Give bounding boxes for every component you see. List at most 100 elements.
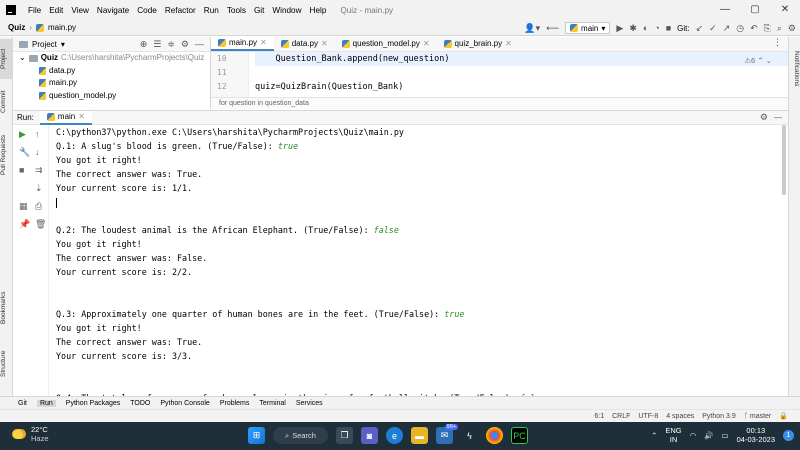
project-panel-title[interactable]: Project xyxy=(32,40,57,49)
wifi-icon[interactable]: ◠ xyxy=(690,431,697,440)
settings-icon[interactable]: ⚙ xyxy=(788,23,796,34)
menu-item-refactor[interactable]: Refactor xyxy=(161,6,200,15)
breadcrumb-file[interactable]: main.py xyxy=(48,23,76,32)
tree-file-question-model[interactable]: question_model.py xyxy=(13,90,210,103)
chevron-up-icon[interactable]: ⌃ xyxy=(757,56,763,65)
status-interpreter[interactable]: Python 3.9 xyxy=(702,413,735,420)
close-icon[interactable]: ✕ xyxy=(260,38,267,47)
scroll-up-icon[interactable]: ↑ xyxy=(35,129,40,139)
teams-icon[interactable]: ◙ xyxy=(361,427,378,444)
volume-icon[interactable]: 🔊 xyxy=(704,431,713,440)
tab-question-model-py[interactable]: question_model.py ✕ xyxy=(335,36,437,51)
wrench-icon[interactable]: 🔧 xyxy=(19,147,30,158)
tool-python-console[interactable]: Python Console xyxy=(160,400,209,407)
maximize-button[interactable]: ▢ xyxy=(740,0,770,20)
file-explorer-icon[interactable]: ▬ xyxy=(411,427,428,444)
language-indicator[interactable]: ENG IN xyxy=(665,426,681,444)
menu-item-help[interactable]: Help xyxy=(306,6,331,15)
stripe-project[interactable]: Project xyxy=(0,39,13,79)
taskbar-search[interactable]: ⌕ Search xyxy=(273,427,328,444)
rerun-icon[interactable]: ▶ xyxy=(19,129,26,140)
debug-icon[interactable]: ✱ xyxy=(629,23,637,34)
battery-icon[interactable]: ▭ xyxy=(722,431,729,440)
menu-item-navigate[interactable]: Navigate xyxy=(93,6,133,15)
lock-icon[interactable]: 🔒 xyxy=(779,412,788,420)
history-icon[interactable]: ◷ xyxy=(736,23,744,34)
console-output[interactable]: C:\python37\python.exe C:\Users\harshita… xyxy=(56,125,778,397)
hide-icon[interactable]: — xyxy=(774,113,788,122)
locate-icon[interactable]: ⊕ xyxy=(140,39,148,50)
hide-icon[interactable]: — xyxy=(195,39,204,50)
code-area[interactable]: Question_Bank.append(new_question) quiz=… xyxy=(255,52,788,97)
tool-run[interactable]: Run xyxy=(36,399,56,407)
close-icon[interactable]: ✕ xyxy=(321,39,328,48)
tree-file-main[interactable]: main.py xyxy=(13,77,210,90)
profile-icon[interactable]: ◔ xyxy=(654,23,659,33)
menu-item-view[interactable]: View xyxy=(67,6,93,15)
tool-terminal[interactable]: Terminal xyxy=(259,400,285,407)
stripe-notifications[interactable]: Notifications xyxy=(788,43,800,95)
run-configuration-select[interactable]: main ▾ xyxy=(565,22,611,34)
stop-icon[interactable]: ■ xyxy=(19,165,24,175)
code-line[interactable]: quiz=QuizBrain(Question_Bank) xyxy=(255,80,788,94)
tool-problems[interactable]: Problems xyxy=(220,400,250,407)
search-icon[interactable]: ⌕ xyxy=(777,23,782,34)
tool-git[interactable]: Git xyxy=(18,400,27,407)
task-view-icon[interactable]: ❐ xyxy=(336,427,353,444)
console-scrollbar[interactable] xyxy=(780,125,788,205)
status-position[interactable]: 6:1 xyxy=(594,413,604,420)
windows-start-icon[interactable]: ⊞ xyxy=(248,427,265,444)
menu-item-run[interactable]: Run xyxy=(200,6,223,15)
code-line[interactable]: Question_Bank.append(new_question) xyxy=(255,52,788,66)
menu-item-file[interactable]: File xyxy=(24,6,45,15)
minimize-button[interactable]: — xyxy=(710,0,740,20)
stop-icon[interactable]: ■ xyxy=(666,23,671,33)
git-push-icon[interactable]: ↗ xyxy=(723,23,731,34)
coverage-icon[interactable]: ◐ xyxy=(643,23,648,33)
chevron-down-icon[interactable]: ⌄ xyxy=(766,56,772,65)
tab-main-py[interactable]: main.py ✕ xyxy=(211,36,274,51)
tab-quiz-brain-py[interactable]: quiz_brain.py ✕ xyxy=(437,36,519,51)
menu-item-git[interactable]: Git xyxy=(250,6,268,15)
more-tabs-icon[interactable]: ⋮ xyxy=(767,37,788,51)
tab-data-py[interactable]: data.py ✕ xyxy=(274,36,335,51)
tree-root[interactable]: ⌄ Quiz C:\Users\harshita\PycharmProjects… xyxy=(13,52,210,65)
stripe-bookmarks[interactable]: Bookmarks xyxy=(0,287,13,329)
chevron-up-icon[interactable]: ⌃ xyxy=(651,431,657,440)
gear-icon[interactable]: ⚙ xyxy=(760,112,768,123)
weather-widget[interactable]: 22°C Haze xyxy=(12,425,49,443)
scroll-to-end-icon[interactable]: ⇣ xyxy=(35,183,43,194)
stripe-pull-requests[interactable]: Pull Requests xyxy=(0,129,13,181)
stripe-structure[interactable]: Structure xyxy=(0,343,13,385)
warnings-indicator[interactable]: ⚠6 ⌃ ⌄ xyxy=(744,56,772,65)
git-commit-icon[interactable]: ✓ xyxy=(709,23,717,34)
clock[interactable]: 00:13 04-03-2023 xyxy=(737,426,775,444)
close-icon[interactable]: ✕ xyxy=(505,39,512,48)
code-line[interactable] xyxy=(255,66,788,80)
breadcrumb-project[interactable]: Quiz xyxy=(8,23,25,32)
edge-icon[interactable]: e xyxy=(386,427,403,444)
pin-icon[interactable]: 📌 xyxy=(19,219,30,230)
close-icon[interactable]: ✕ xyxy=(423,39,430,48)
mail-icon[interactable]: ✉ 99+ xyxy=(436,424,458,444)
chevron-down-icon[interactable]: ⌄ xyxy=(19,52,26,65)
run-tab-main[interactable]: main ✕ xyxy=(39,110,92,125)
status-indent[interactable]: 4 spaces xyxy=(666,413,694,420)
menu-item-code[interactable]: Code xyxy=(133,6,161,15)
collapse-all-icon[interactable]: ☰ xyxy=(153,39,161,50)
code-breadcrumb[interactable]: for question in question_data xyxy=(211,97,788,109)
tool-todo[interactable]: TODO xyxy=(130,400,150,407)
print-icon[interactable]: ⎙ xyxy=(35,201,42,212)
expand-all-icon[interactable]: ≑ xyxy=(167,39,175,50)
scrollbar-thumb[interactable] xyxy=(782,125,786,195)
layout-icon[interactable]: ▦ xyxy=(19,201,28,212)
tool-python-packages[interactable]: Python Packages xyxy=(66,400,120,407)
tool-services[interactable]: Services xyxy=(296,400,323,407)
back-arrow-icon[interactable]: ⟵ xyxy=(546,23,559,34)
scroll-down-icon[interactable]: ↓ xyxy=(35,147,40,157)
close-icon[interactable]: ✕ xyxy=(78,112,85,121)
menu-item-tools[interactable]: Tools xyxy=(223,6,250,15)
share-icon[interactable]: ⎘ xyxy=(764,23,771,34)
tree-file-data[interactable]: data.py xyxy=(13,65,210,78)
chevron-down-icon[interactable]: ▾ xyxy=(61,40,65,49)
